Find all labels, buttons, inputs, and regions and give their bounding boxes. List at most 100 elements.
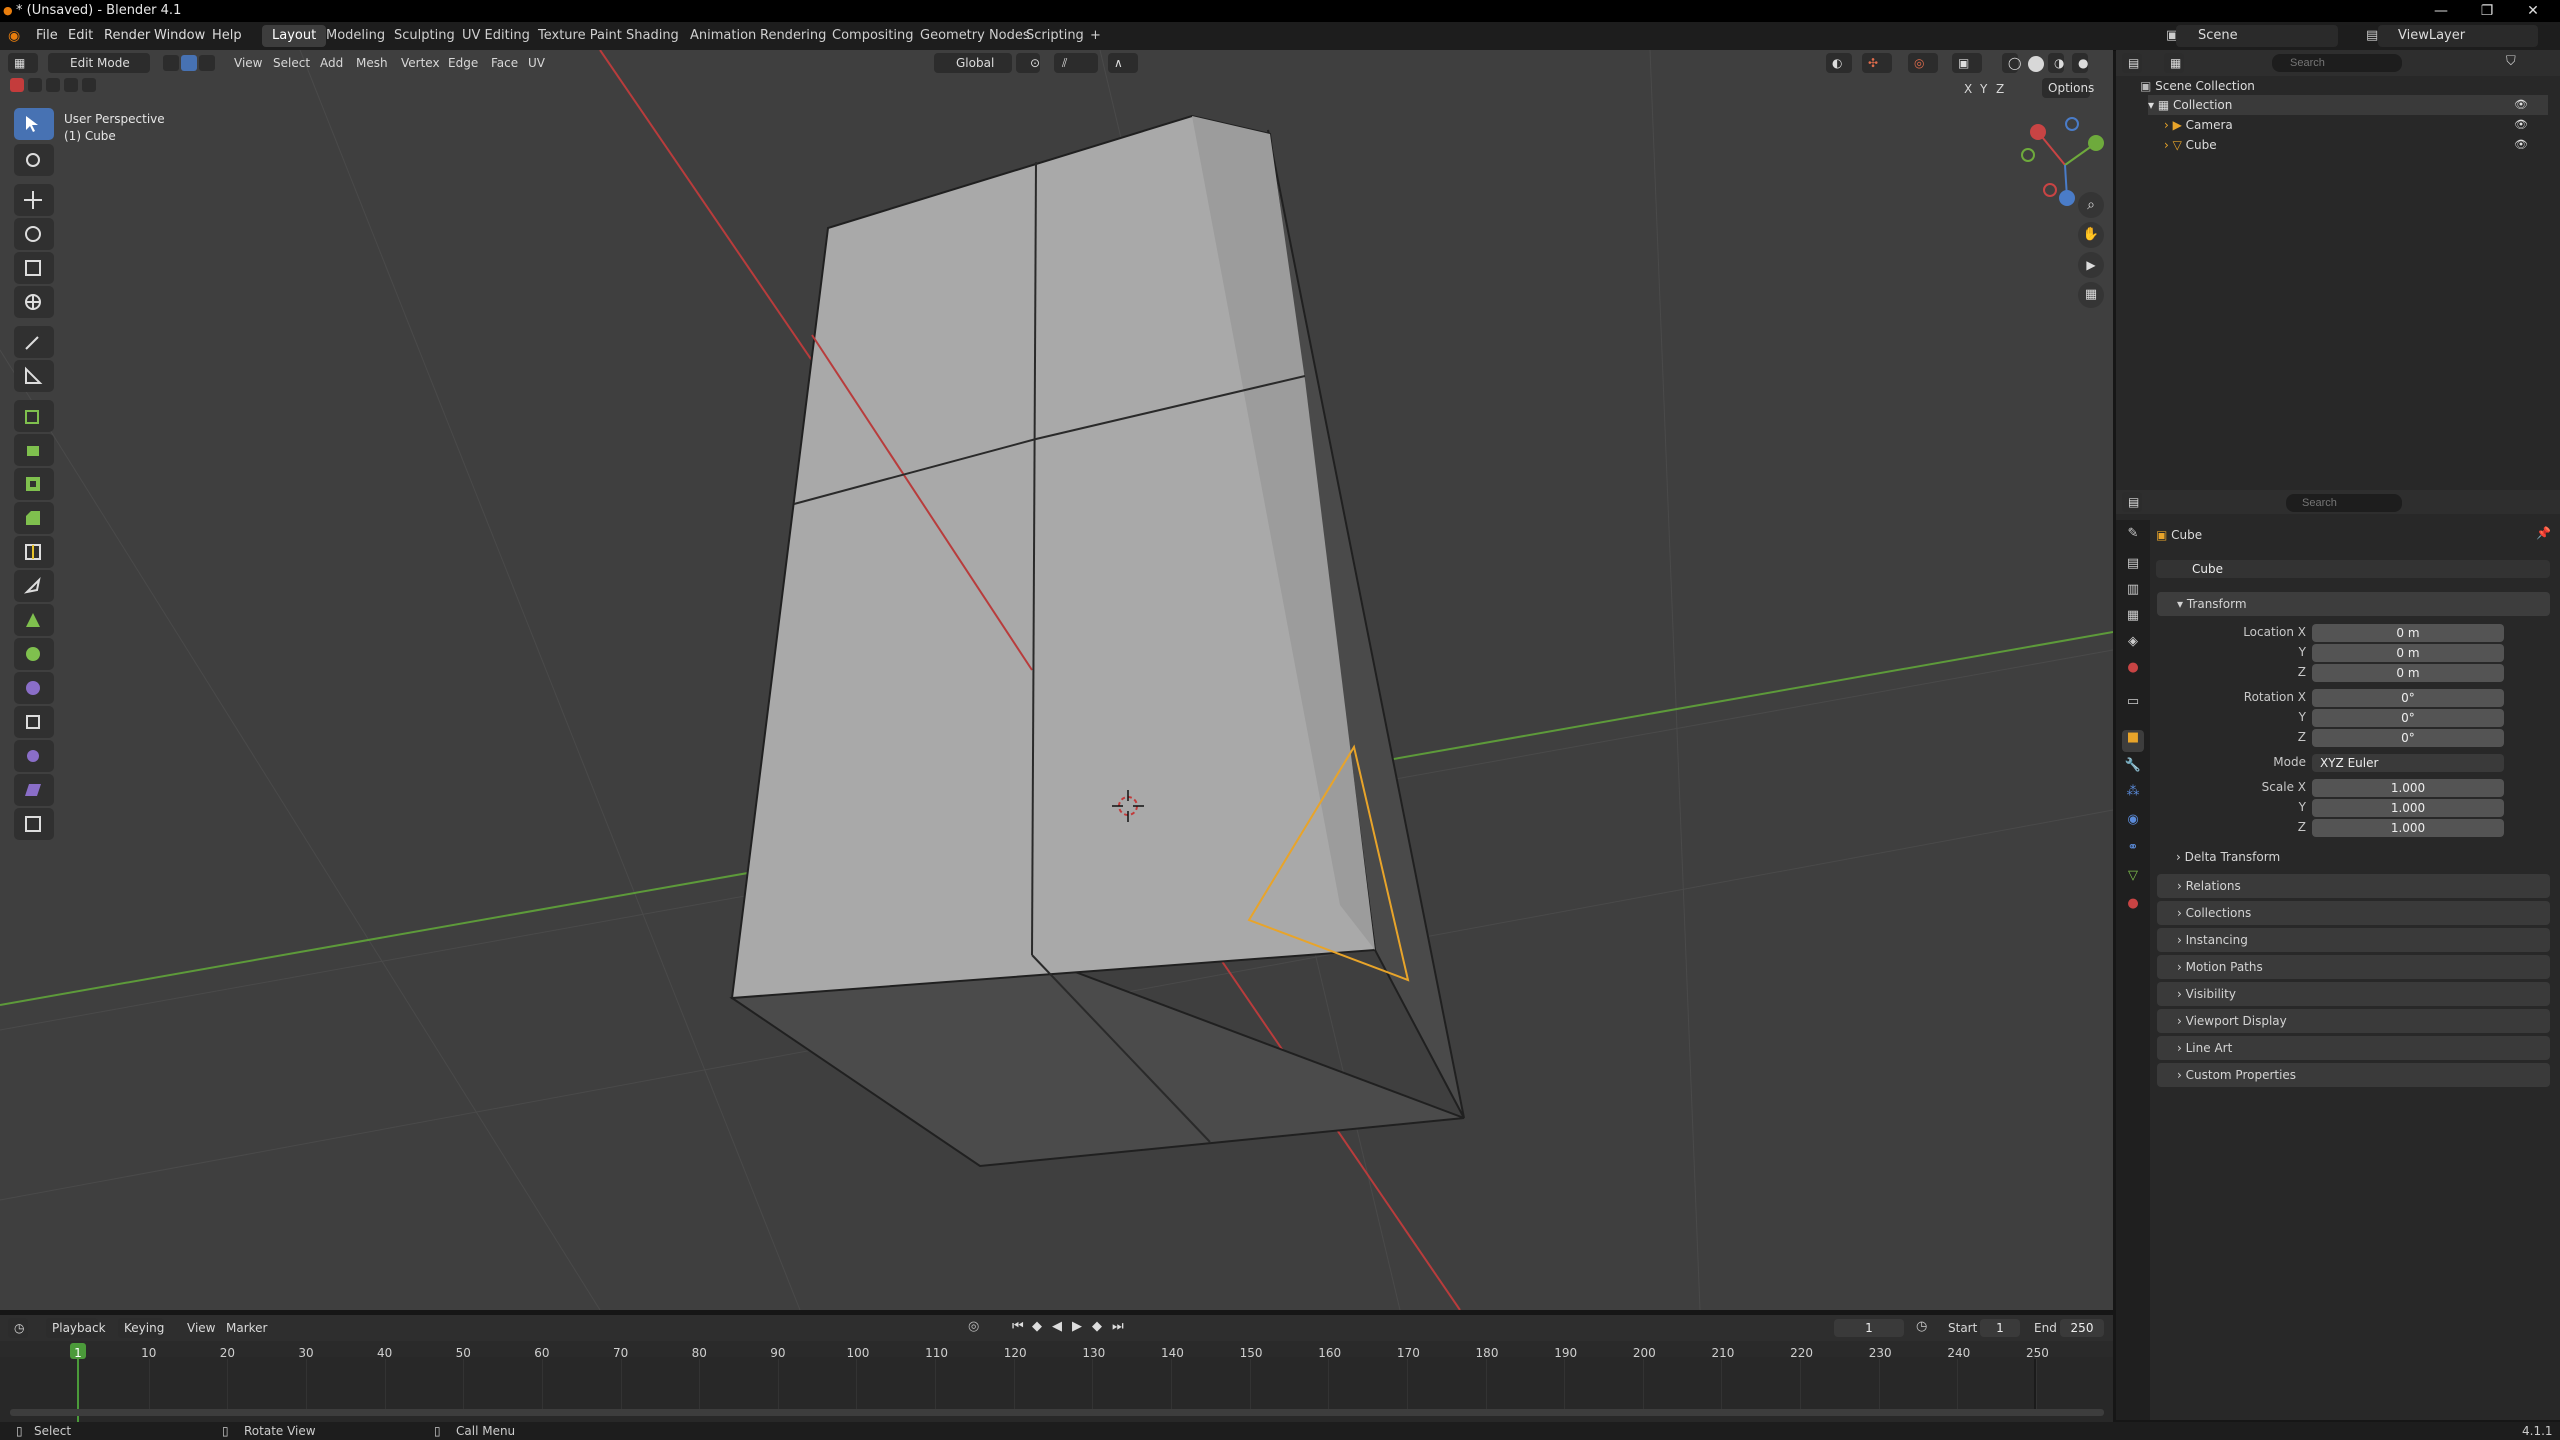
rotation-y-field[interactable]: 0° bbox=[2312, 709, 2504, 727]
annotate-tool[interactable] bbox=[14, 326, 54, 358]
close-button[interactable]: ✕ bbox=[2510, 0, 2556, 22]
select-intersect-icon[interactable] bbox=[82, 78, 96, 92]
menu-vertex[interactable]: Vertex bbox=[401, 54, 440, 72]
scale-y-field[interactable]: 1.000 bbox=[2312, 799, 2504, 817]
blender-menu-icon[interactable]: ◉ bbox=[8, 28, 24, 44]
rotate-tool[interactable] bbox=[14, 218, 54, 250]
menu-select[interactable]: Select bbox=[273, 54, 310, 72]
pan-hand-icon[interactable]: ✋ bbox=[2078, 222, 2104, 248]
face-select-icon[interactable] bbox=[199, 55, 215, 71]
rotation-x-field[interactable]: 0° bbox=[2312, 689, 2504, 707]
knife-tool[interactable] bbox=[14, 570, 54, 602]
menu-edge[interactable]: Edge bbox=[448, 54, 478, 72]
snap-icon[interactable]: ⫽ bbox=[1054, 53, 1098, 73]
menu-face[interactable]: Face bbox=[491, 54, 518, 72]
cursor-tool[interactable] bbox=[14, 144, 54, 176]
material-tab-icon[interactable]: ● bbox=[2122, 896, 2144, 918]
extrude-tool[interactable] bbox=[14, 434, 54, 466]
select-box-tool[interactable] bbox=[14, 108, 54, 140]
shrink-fatten-tool[interactable] bbox=[14, 740, 54, 772]
menu-add[interactable]: Add bbox=[320, 54, 343, 72]
viewport-display-panel[interactable]: › Viewport Display bbox=[2157, 1009, 2550, 1033]
mirror-y-toggle[interactable]: Y bbox=[1980, 80, 1987, 98]
material-shading-icon[interactable]: ◑ bbox=[2048, 53, 2064, 73]
scale-tool[interactable] bbox=[14, 252, 54, 284]
bevel-tool[interactable] bbox=[14, 502, 54, 534]
poly-build-tool[interactable] bbox=[14, 604, 54, 636]
vertex-select-icon[interactable] bbox=[163, 55, 179, 71]
location-y-field[interactable]: 0 m bbox=[2312, 644, 2504, 662]
collections-panel[interactable]: › Collections bbox=[2157, 901, 2550, 925]
mirror-x-toggle[interactable]: X bbox=[1964, 80, 1972, 98]
scale-x-field[interactable]: 1.000 bbox=[2312, 779, 2504, 797]
pivot-point-icon[interactable]: ⊙ bbox=[1016, 53, 1040, 73]
eye-icon[interactable]: 👁 bbox=[2514, 98, 2528, 111]
spin-tool[interactable] bbox=[14, 638, 54, 670]
outliner-collection[interactable]: ▾ ▦ Collection bbox=[2148, 95, 2548, 115]
properties-editor-type[interactable]: ▤ bbox=[2122, 492, 2142, 512]
rendered-shading-icon[interactable]: ● bbox=[2072, 53, 2088, 73]
tab-uv-editing[interactable]: UV Editing bbox=[452, 25, 540, 47]
properties-search-input[interactable] bbox=[2286, 494, 2402, 512]
filter-icon[interactable]: ⛉ bbox=[2506, 54, 2516, 69]
outliner-item-camera[interactable]: › ▶ Camera bbox=[2164, 115, 2233, 135]
ortho-grid-icon[interactable]: ▦ bbox=[2078, 282, 2104, 308]
modifier-tab-icon[interactable]: 🔧 bbox=[2122, 758, 2144, 780]
loop-cut-tool[interactable] bbox=[14, 536, 54, 568]
measure-tool[interactable] bbox=[14, 360, 54, 392]
tab-compositing[interactable]: Compositing bbox=[822, 25, 924, 47]
eye-icon[interactable]: 👁 bbox=[2514, 138, 2528, 151]
wireframe-shading-icon[interactable]: ◯ bbox=[2002, 53, 2021, 73]
select-new-icon[interactable] bbox=[10, 78, 24, 92]
custom-properties-panel[interactable]: › Custom Properties bbox=[2157, 1063, 2550, 1087]
menu-help[interactable]: Help bbox=[204, 26, 250, 46]
rotation-mode-dropdown[interactable]: XYZ Euler bbox=[2312, 754, 2504, 772]
add-cube-tool[interactable] bbox=[14, 400, 54, 432]
edge-slide-tool[interactable] bbox=[14, 706, 54, 738]
transform-tool[interactable] bbox=[14, 286, 54, 318]
outliner-editor-type[interactable]: ▤ bbox=[2122, 53, 2142, 73]
outliner-search-input[interactable] bbox=[2272, 54, 2402, 72]
smooth-tool[interactable] bbox=[14, 672, 54, 704]
zoom-icon[interactable]: ⌕ bbox=[2078, 192, 2104, 218]
maximize-button[interactable]: ❐ bbox=[2464, 0, 2510, 22]
visibility-panel[interactable]: › Visibility bbox=[2157, 982, 2550, 1006]
options-dropdown[interactable]: Options bbox=[2042, 78, 2094, 98]
location-z-field[interactable]: 0 m bbox=[2312, 664, 2504, 682]
outliner-display-mode[interactable]: ▦ bbox=[2164, 53, 2184, 73]
outliner-item-cube[interactable]: › ▽ Cube bbox=[2164, 135, 2217, 155]
mode-dropdown[interactable]: Edit Mode bbox=[48, 53, 150, 73]
pin-icon[interactable]: 📌 bbox=[2536, 526, 2551, 540]
add-workspace-button[interactable]: + bbox=[1084, 25, 1107, 47]
data-tab-icon[interactable]: ▽ bbox=[2122, 868, 2144, 890]
render-tab-icon[interactable]: ▤ bbox=[2122, 556, 2144, 578]
editor-type-button[interactable]: ▦ bbox=[8, 53, 38, 73]
menu-view[interactable]: View bbox=[234, 54, 262, 72]
view-layer-tab-icon[interactable]: ▦ bbox=[2122, 608, 2144, 630]
scale-z-field[interactable]: 1.000 bbox=[2312, 819, 2504, 837]
proportional-edit-icon[interactable]: ∧ bbox=[1108, 53, 1138, 73]
scene-tab-icon[interactable]: ◈ bbox=[2122, 634, 2144, 656]
solid-shading-icon[interactable] bbox=[2028, 56, 2044, 72]
outliner-scene-collection[interactable]: ▣ Scene Collection bbox=[2140, 76, 2255, 96]
delta-transform-subpanel[interactable]: › Delta Transform bbox=[2176, 850, 2280, 864]
world-tab-icon[interactable]: ● bbox=[2122, 660, 2144, 682]
relations-panel[interactable]: › Relations bbox=[2157, 874, 2550, 898]
move-tool[interactable] bbox=[14, 184, 54, 216]
visibility-icon[interactable]: ◐ bbox=[1826, 53, 1852, 73]
camera-view-icon[interactable]: ▶ bbox=[2078, 252, 2104, 278]
constraints-tab-icon[interactable]: ⚭ bbox=[2122, 840, 2144, 862]
transform-panel-header[interactable]: ▾ Transform bbox=[2157, 592, 2550, 616]
inset-tool[interactable] bbox=[14, 468, 54, 500]
particles-tab-icon[interactable]: ⁂ bbox=[2122, 784, 2144, 806]
physics-tab-icon[interactable]: ◉ bbox=[2122, 812, 2144, 834]
overlay-toggle-icon[interactable]: ◎ bbox=[1908, 53, 1938, 73]
edge-select-icon[interactable] bbox=[181, 55, 197, 71]
select-invert-icon[interactable] bbox=[64, 78, 78, 92]
transform-orientation-dropdown[interactable]: Global bbox=[934, 53, 1012, 73]
gizmo-toggle-icon[interactable]: ✣ bbox=[1862, 53, 1892, 73]
scene-selector[interactable]: Scene bbox=[2176, 25, 2338, 47]
location-x-field[interactable]: 0 m bbox=[2312, 624, 2504, 642]
object-tab-icon[interactable]: ■ bbox=[2122, 730, 2144, 752]
viewport-3d[interactable]: User Perspective (1) Cube ⌕ ✋ ▶ ▦ bbox=[0, 50, 2113, 1310]
